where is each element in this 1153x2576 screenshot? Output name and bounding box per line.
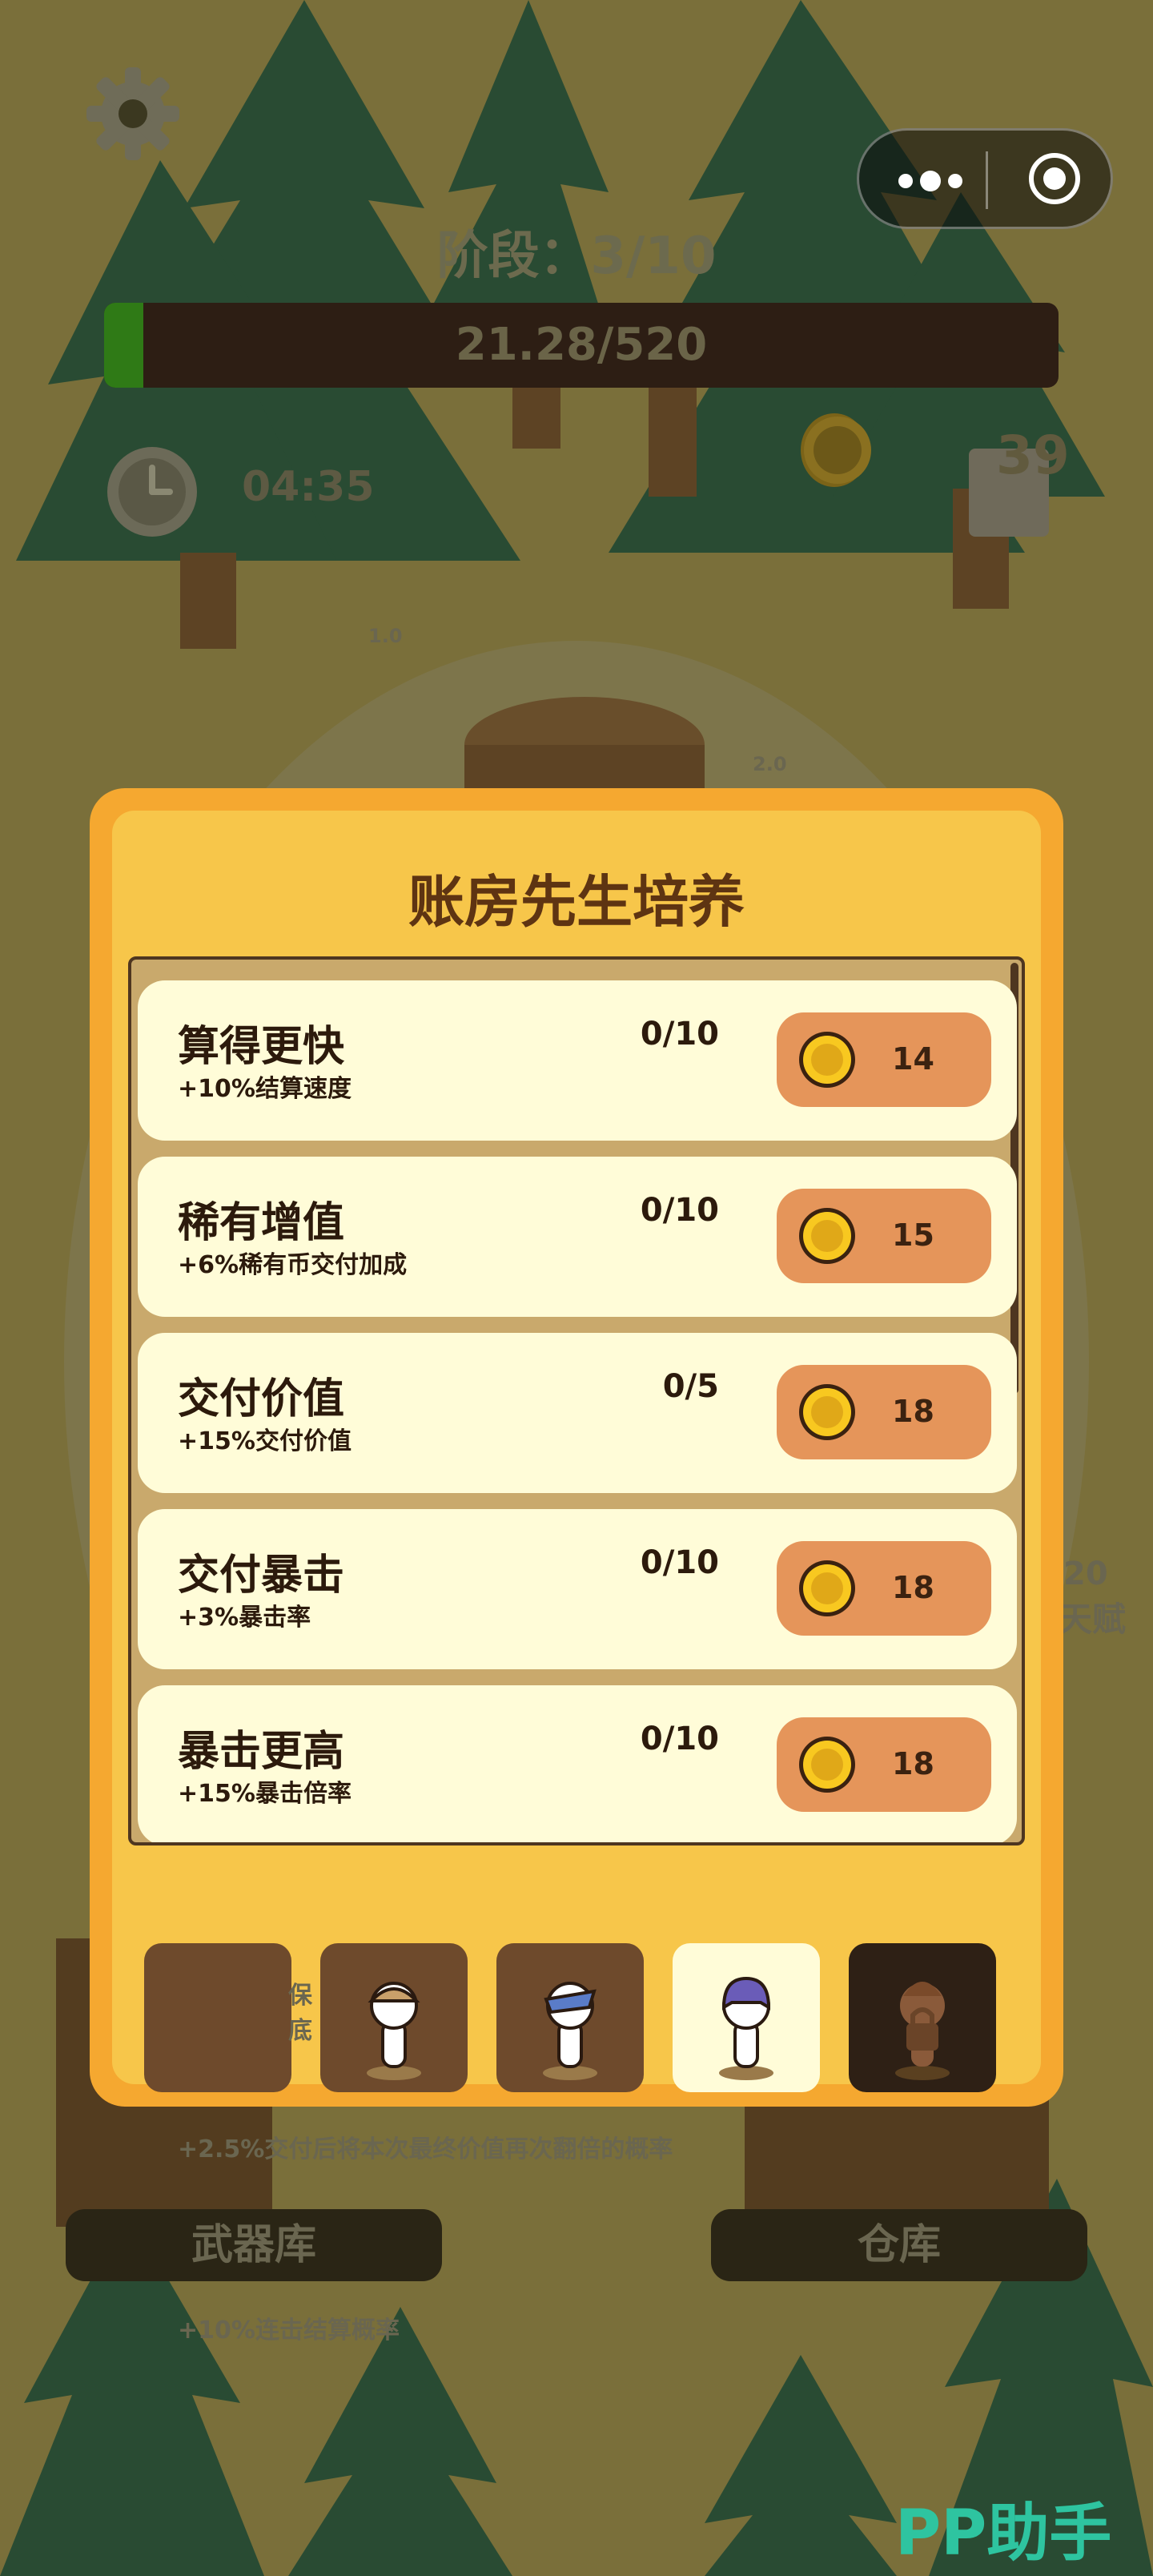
bonus-text: +2.5%交付后将本次最终价值再次翻倍的概率 — [178, 2135, 673, 2163]
upgrade-desc: +15%暴击倍率 — [178, 1780, 352, 1808]
upgrade-name: 暴击更高 — [178, 1728, 345, 1776]
upgrade-buy-button[interactable]: 15 — [777, 1189, 991, 1283]
upgrade-name: 稀有增值 — [178, 1199, 345, 1247]
character-tab-empty[interactable]: 保底 — [144, 1943, 312, 2092]
stage-progress-text: 21.28/520 — [455, 319, 708, 371]
locked-character-icon — [895, 1982, 950, 2080]
upgrade-name: 算得更快 — [178, 1023, 345, 1071]
float-value: 2.0 — [753, 753, 787, 775]
upgrade-name: 交付价值 — [178, 1375, 345, 1423]
character-tab[interactable] — [320, 1943, 468, 2092]
coin-icon — [799, 1208, 855, 1264]
upgrade-level: 0/10 — [640, 1192, 719, 1229]
upgrade-cost: 15 — [892, 1218, 934, 1253]
bonus-text: +10%连击结算概率 — [178, 2316, 400, 2345]
upgrade-list[interactable]: 算得更快 +10%结算速度 0/10 14 稀有增值 +6%稀有币交付加成 0/… — [128, 956, 1025, 1845]
upgrade-desc: +6%稀有币交付加成 — [178, 1251, 408, 1279]
capsule-separator — [986, 151, 988, 209]
coin-icon — [804, 417, 871, 484]
upgrade-name: 交付暴击 — [178, 1552, 345, 1600]
clock-icon — [107, 447, 197, 537]
talent-label[interactable]: 天赋 — [1059, 1592, 1126, 1641]
upgrade-level: 0/10 — [640, 1721, 719, 1757]
character-icon — [367, 1982, 421, 2080]
upgrade-cost: 14 — [892, 1041, 934, 1077]
coin-icon — [799, 1384, 855, 1440]
upgrade-card: 稀有增值 +6%稀有币交付加成 0/10 15 — [138, 1157, 1017, 1317]
more-icon[interactable] — [894, 167, 966, 195]
stage-progress-bar: 21.28/520 — [104, 303, 1059, 388]
armory-button[interactable]: 武器库 — [66, 2209, 442, 2281]
upgrade-level: 0/5 — [662, 1368, 719, 1405]
upgrade-card: 算得更快 +10%结算速度 0/10 14 — [138, 980, 1017, 1141]
upgrade-desc: +15%交付价值 — [178, 1427, 352, 1455]
upgrade-buy-button[interactable]: 18 — [777, 1365, 991, 1459]
upgrade-buy-button[interactable]: 14 — [777, 1012, 991, 1107]
character-icon — [543, 1982, 597, 2080]
gear-icon[interactable] — [83, 64, 183, 163]
character-tab-selected[interactable] — [673, 1943, 820, 2092]
miniprogram-capsule — [857, 128, 1113, 229]
round-timer: 04:35 — [242, 463, 375, 511]
character-tab[interactable] — [496, 1943, 644, 2092]
training-dialog-body: 账房先生培养 算得更快 +10%结算速度 0/10 14 稀有增值 +6%稀有币… — [112, 811, 1041, 2092]
target-icon[interactable] — [1027, 151, 1082, 206]
upgrade-cost: 18 — [892, 1570, 934, 1605]
coin-count: 39 — [996, 425, 1070, 486]
warehouse-button[interactable]: 仓库 — [711, 2209, 1087, 2281]
talent-counter: 20 — [1063, 1556, 1108, 1592]
upgrade-card: 交付价值 +15%交付价值 0/5 18 — [138, 1333, 1017, 1493]
upgrade-buy-button[interactable]: 18 — [777, 1717, 991, 1812]
partial-label: 保底 — [288, 1982, 312, 2045]
upgrade-card: 交付暴击 +3%暴击率 0/10 18 — [138, 1509, 1017, 1669]
upgrade-level: 0/10 — [640, 1016, 719, 1053]
coin-icon — [799, 1032, 855, 1088]
upgrade-cost: 18 — [892, 1394, 934, 1429]
training-dialog: 账房先生培养 算得更快 +10%结算速度 0/10 14 稀有增值 +6%稀有币… — [90, 788, 1063, 2107]
upgrade-desc: +10%结算速度 — [178, 1075, 352, 1103]
upgrade-level: 0/10 — [640, 1544, 719, 1581]
upgrade-cost: 18 — [892, 1746, 934, 1781]
character-icon — [719, 1976, 773, 2080]
watermark: PP助手 — [895, 2498, 1112, 2570]
dialog-title: 账房先生培养 — [408, 869, 745, 935]
upgrade-card: 暴击更高 +15%暴击倍率 0/10 18 — [138, 1685, 1017, 1842]
character-tab-locked[interactable] — [849, 1943, 996, 2092]
upgrade-desc: +3%暴击率 — [178, 1604, 311, 1632]
coin-icon — [799, 1737, 855, 1793]
upgrade-buy-button[interactable]: 18 — [777, 1541, 991, 1636]
float-value: 1.0 — [368, 625, 403, 647]
coin-icon — [799, 1560, 855, 1616]
